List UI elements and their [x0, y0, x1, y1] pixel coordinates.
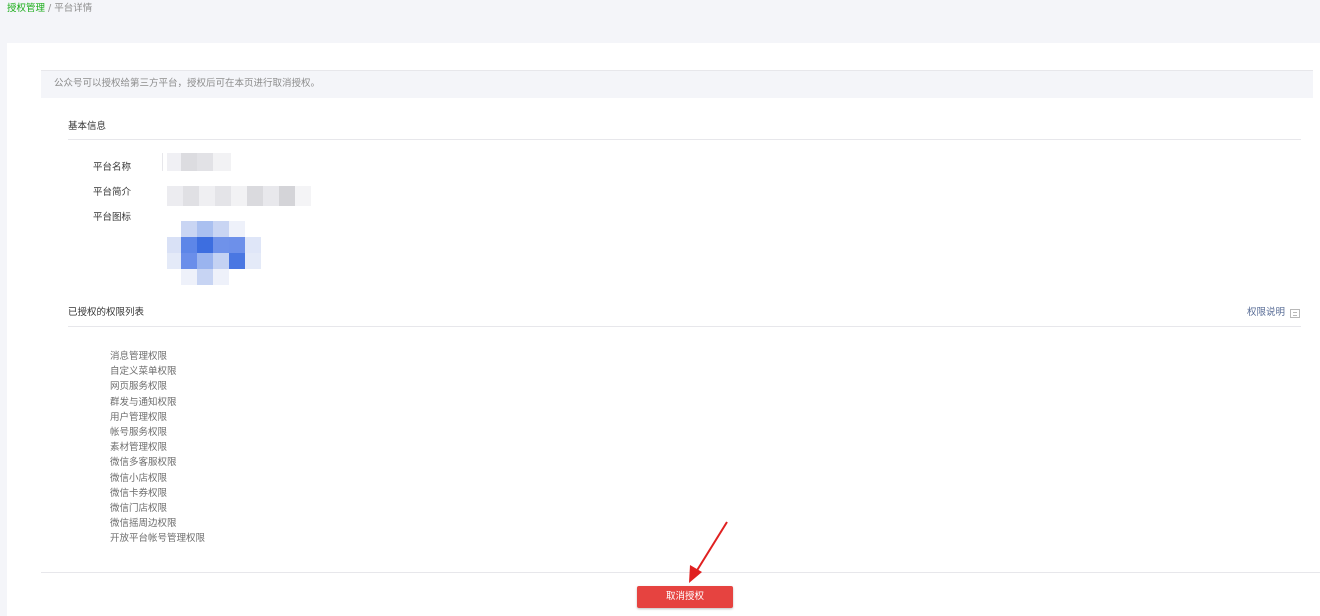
permission-item: 开放平台帐号管理权限	[110, 533, 206, 545]
platform-name-value-redacted	[167, 153, 231, 171]
footer-divider	[41, 572, 1320, 573]
permission-item: 自定义菜单权限	[110, 366, 177, 378]
permission-divider	[68, 326, 1301, 327]
permission-list-title: 已授权的权限列表	[68, 307, 145, 318]
platform-icon-image-redacted	[167, 221, 261, 285]
breadcrumb-separator: /	[48, 3, 52, 14]
permission-item: 微信摇周边权限	[110, 518, 177, 530]
notice-text: 公众号可以授权给第三方平台，授权后可在本页进行取消授权。	[54, 78, 321, 89]
platform-icon-label: 平台图标	[93, 212, 132, 223]
platform-detail-panel: 公众号可以授权给第三方平台，授权后可在本页进行取消授权。 基本信息 平台名称 平…	[7, 43, 1320, 616]
platform-intro-label: 平台简介	[93, 187, 132, 198]
permission-item: 用户管理权限	[110, 411, 168, 423]
breadcrumb: 授权管理 / 平台详情	[7, 2, 92, 16]
permission-item: 素材管理权限	[110, 442, 168, 454]
platform-name-label: 平台名称	[93, 162, 132, 173]
permission-help-link[interactable]: 权限说明	[1247, 306, 1300, 320]
basic-info-divider	[68, 139, 1301, 140]
permission-item: 微信小店权限	[110, 472, 168, 484]
permission-item: 网页服务权限	[110, 381, 168, 393]
basic-info-title: 基本信息	[68, 121, 107, 132]
breadcrumb-auth-management-link[interactable]: 授权管理	[7, 3, 45, 14]
permission-item: 帐号服务权限	[110, 427, 168, 439]
label-divider	[162, 153, 163, 171]
revoke-authorization-button[interactable]: 取消授权	[637, 586, 733, 608]
permission-item: 微信卡券权限	[110, 487, 168, 499]
breadcrumb-current: 平台详情	[54, 3, 93, 14]
permission-item: 群发与通知权限	[110, 396, 177, 408]
platform-intro-value-redacted	[167, 186, 311, 206]
notice-bar: 公众号可以授权给第三方平台，授权后可在本页进行取消授权。	[41, 70, 1313, 98]
permission-item: 消息管理权限	[110, 351, 168, 362]
permission-item: 微信多客服权限	[110, 457, 177, 469]
permission-list: 消息管理权限 自定义菜单权限 网页服务权限 群发与通知权限 用户管理权限 帐号服务权限 素材…	[110, 349, 205, 547]
permission-help-label: 权限说明	[1246, 307, 1285, 318]
doc-icon	[1290, 308, 1300, 318]
permission-item: 微信门店权限	[110, 503, 168, 515]
